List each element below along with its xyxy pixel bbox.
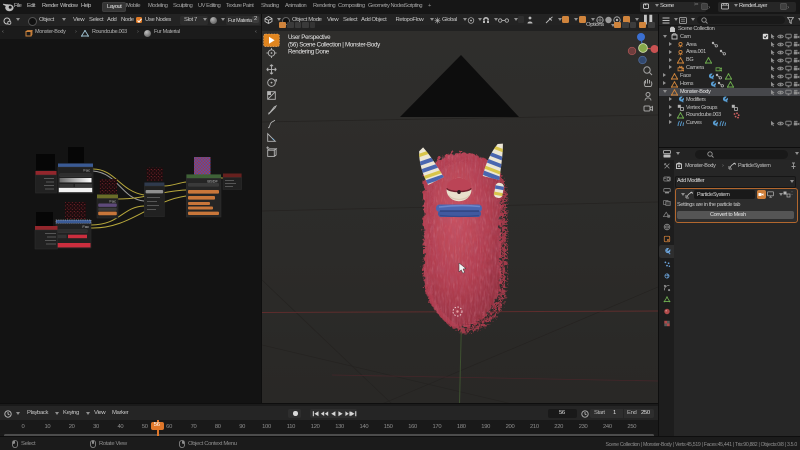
svg-text:Fac: Fac <box>109 199 116 204</box>
svg-text:Fac: Fac <box>82 224 89 229</box>
svg-text:Rendering Done: Rendering Done <box>288 49 330 56</box>
svg-text:(56) Scene Collection | Monste: (56) Scene Collection | Monster-Body <box>288 41 381 48</box>
svg-text:Fac: Fac <box>83 168 90 173</box>
svg-text:×: × <box>787 5 789 11</box>
svg-text:×: × <box>708 5 710 11</box>
svg-text:BSDF: BSDF <box>207 178 218 183</box>
svg-text:User Perspective: User Perspective <box>288 34 331 41</box>
